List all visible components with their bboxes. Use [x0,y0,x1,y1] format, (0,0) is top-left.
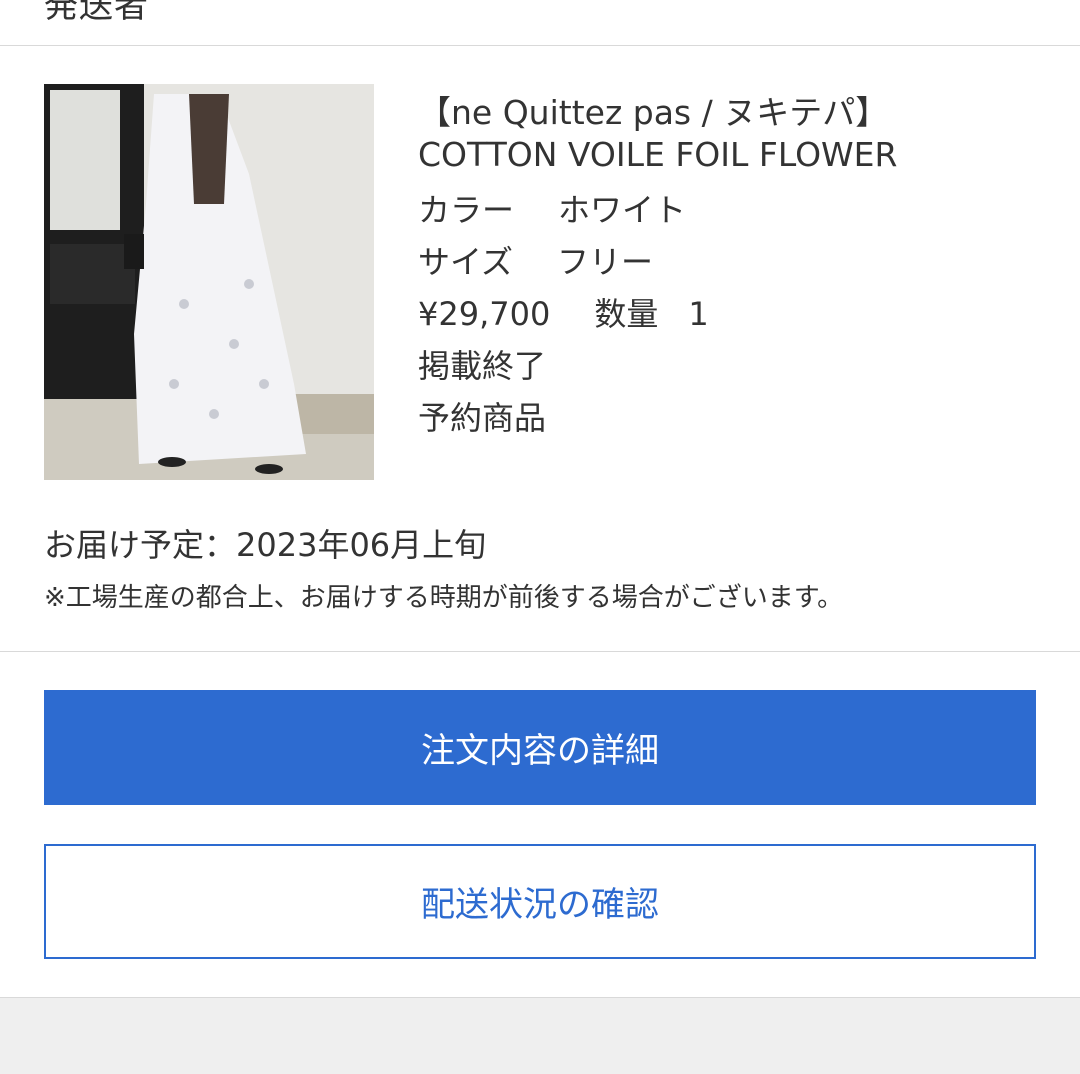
color-row: カラー ホワイト [418,184,1038,236]
color-label: カラー [418,191,515,229]
delivery-schedule: お届け予定：2023年06月上旬 [44,526,487,564]
shipping-status-button[interactable]: 配送状況の確認 [44,844,1036,959]
top-divider [0,45,1080,46]
delivery-note: ※工場生産の都合上、お届けする時期が前後する場合がございます。 [44,583,844,613]
section-title: 発送者 [44,0,149,26]
product-type: 予約商品 [418,399,547,437]
size-row: サイズ フリー [418,236,1038,288]
price-row: ¥29,700 数量 1 [418,288,1038,340]
order-item-card: 発送者 【ne Quittez pas / ヌキテパ】 COTTON VOILE… [0,0,1080,1074]
size-value: フリー [557,243,654,281]
product-image[interactable] [44,84,374,480]
product-photo [44,84,374,480]
order-details-button[interactable]: 注文内容の詳細 [44,690,1036,805]
order-details-label: 注文内容の詳細 [421,731,659,771]
size-label: サイズ [418,243,514,281]
listing-status: 掲載終了 [418,347,547,385]
color-value: ホワイト [558,191,687,229]
footer-background [0,997,1080,1074]
product-title[interactable]: 【ne Quittez pas / ヌキテパ】 COTTON VOILE FOI… [418,92,1038,176]
price: ¥29,700 [418,295,551,333]
quantity-label: 数量 [594,295,659,333]
product-info: 【ne Quittez pas / ヌキテパ】 COTTON VOILE FOI… [418,92,1038,444]
middle-divider [0,651,1080,652]
shipping-status-label: 配送状況の確認 [421,885,659,925]
quantity-value: 1 [688,295,709,333]
